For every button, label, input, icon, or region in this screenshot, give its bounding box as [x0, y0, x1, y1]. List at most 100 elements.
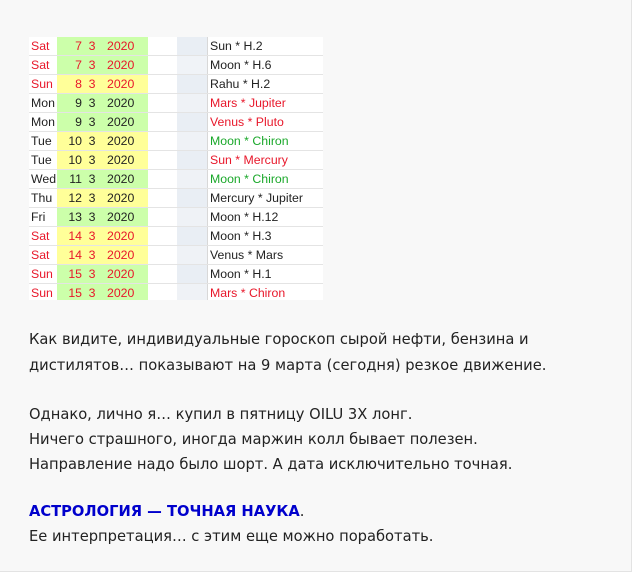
event-cell: Mars * Jupiter [207, 94, 323, 112]
weekday-cell: Sun [31, 267, 53, 281]
event-cell: Venus * Pluto [207, 113, 323, 131]
table-row: Sun 8 3 2020 Rahu * H.2 [29, 75, 323, 94]
blurred-cell [177, 151, 207, 170]
day-cell: 15 [68, 286, 82, 300]
headline-period: . [299, 503, 305, 520]
table-row: Thu 12 3 2020 Mercury * Jupiter [29, 189, 323, 208]
year-cell: 2020 [107, 172, 135, 186]
year-cell: 2020 [107, 210, 135, 224]
weekday-cell: Tue [31, 153, 52, 167]
year-cell: 2020 [107, 286, 135, 300]
day-cell: 8 [75, 77, 82, 91]
weekday-cell: Sat [31, 248, 50, 262]
weekday-cell: Sat [31, 229, 50, 243]
year-cell: 2020 [107, 153, 135, 167]
event-cell: Moon * H.3 [207, 227, 323, 245]
year-cell: 2020 [107, 96, 135, 110]
month-cell: 3 [88, 172, 96, 186]
day-cell: 7 [75, 39, 82, 53]
month-cell: 3 [88, 58, 96, 72]
table-row: Fri 13 3 2020 Moon * H.12 [29, 208, 323, 227]
day-cell: 7 [75, 58, 82, 72]
blurred-cell [177, 265, 207, 284]
post-body: Sat 7 3 2020 Sun * H.2 Sat 7 3 2020 Moon * H.6 Sun… [0, 0, 632, 572]
table-row: Sat 7 3 2020 Moon * H.6 [29, 56, 323, 75]
month-cell: 3 [88, 96, 96, 110]
blurred-cell [177, 246, 207, 265]
table-row: Sat 7 3 2020 Sun * H.2 [29, 37, 323, 56]
year-cell: 2020 [107, 248, 135, 262]
blurred-cell [177, 189, 207, 208]
weekday-cell: Sat [31, 58, 50, 72]
weekday-cell: Sun [31, 286, 53, 300]
event-cell: Mercury * Jupiter [207, 189, 323, 207]
month-cell: 3 [88, 229, 96, 243]
year-cell: 2020 [107, 58, 135, 72]
year-cell: 2020 [107, 229, 135, 243]
event-cell: Moon * H.6 [207, 56, 323, 74]
day-cell: 9 [75, 96, 82, 110]
month-cell: 3 [88, 248, 96, 262]
weekday-cell: Sat [31, 39, 50, 53]
day-cell: 14 [68, 229, 82, 243]
weekday-cell: Tue [31, 134, 52, 148]
table-row: Sat 14 3 2020 Venus * Mars [29, 246, 323, 265]
table-row: Wed 11 3 2020 Moon * Chiron [29, 170, 323, 189]
event-cell: Moon * H.1 [207, 265, 323, 283]
paragraph-2-line-1: Однако, лично я… купил в пятницу OILU 3X… [29, 406, 413, 423]
blurred-cell [177, 94, 207, 113]
day-cell: 11 [69, 172, 82, 186]
paragraph-3-line-1: АСТРОЛОГИЯ — ТОЧНАЯ НАУКА. [29, 502, 629, 522]
paragraph-1-line-1: Как видите, индивидуальные гороскоп сыро… [29, 331, 529, 348]
paragraph-1-line-2: дистилятов… показывают на 9 марта (сегод… [29, 357, 547, 374]
year-cell: 2020 [107, 267, 135, 281]
event-cell: Sun * Mercury [207, 151, 323, 169]
event-cell: Moon * Chiron [207, 132, 323, 150]
month-cell: 3 [88, 267, 96, 281]
month-cell: 3 [88, 115, 96, 129]
event-cell: Venus * Mars [207, 246, 323, 264]
table-row: Sun 15 3 2020 Mars * Chiron [29, 284, 323, 300]
day-cell: 15 [68, 267, 82, 281]
month-cell: 3 [88, 77, 96, 91]
day-cell: 10 [68, 153, 82, 167]
year-cell: 2020 [107, 115, 135, 129]
weekday-cell: Wed [31, 172, 57, 186]
blurred-cell [177, 132, 207, 151]
month-cell: 3 [88, 191, 96, 205]
day-cell: 12 [68, 191, 82, 205]
weekday-cell: Thu [31, 191, 53, 205]
blurred-cell [177, 37, 207, 56]
blurred-cell [177, 75, 207, 94]
event-cell: Rahu * H.2 [207, 75, 323, 93]
day-cell: 13 [68, 210, 82, 224]
table-row: Tue 10 3 2020 Sun * Mercury [29, 151, 323, 170]
month-cell: 3 [88, 153, 96, 167]
blurred-cell [177, 113, 207, 132]
day-cell: 9 [75, 115, 82, 129]
event-cell: Moon * H.12 [207, 208, 323, 226]
blurred-cell [177, 284, 207, 300]
year-cell: 2020 [107, 191, 135, 205]
table-row: Sat 14 3 2020 Moon * H.3 [29, 227, 323, 246]
astrology-headline: АСТРОЛОГИЯ — ТОЧНАЯ НАУКА [29, 503, 300, 520]
weekday-cell: Mon [31, 96, 55, 110]
blurred-cell [177, 208, 207, 227]
blurred-cell [177, 170, 207, 189]
weekday-cell: Fri [31, 210, 46, 224]
table-row: Mon 9 3 2020 Venus * Pluto [29, 113, 323, 132]
year-cell: 2020 [107, 134, 135, 148]
month-cell: 3 [88, 134, 96, 148]
event-cell: Moon * Chiron [207, 170, 323, 188]
table-row: Sun 15 3 2020 Moon * H.1 [29, 265, 323, 284]
table-row: Mon 9 3 2020 Mars * Jupiter [29, 94, 323, 113]
blurred-cell [177, 56, 207, 75]
weekday-cell: Mon [31, 115, 55, 129]
paragraph-3-line-2: Ее интерпретация… с этим еще можно пораб… [29, 528, 434, 545]
event-cell: Mars * Chiron [207, 284, 323, 300]
day-cell: 10 [68, 134, 82, 148]
astro-events-table: Sat 7 3 2020 Sun * H.2 Sat 7 3 2020 Moon * H.6 Sun… [29, 37, 323, 300]
year-cell: 2020 [107, 77, 135, 91]
table-row: Tue 10 3 2020 Moon * Chiron [29, 132, 323, 151]
weekday-cell: Sun [31, 77, 53, 91]
